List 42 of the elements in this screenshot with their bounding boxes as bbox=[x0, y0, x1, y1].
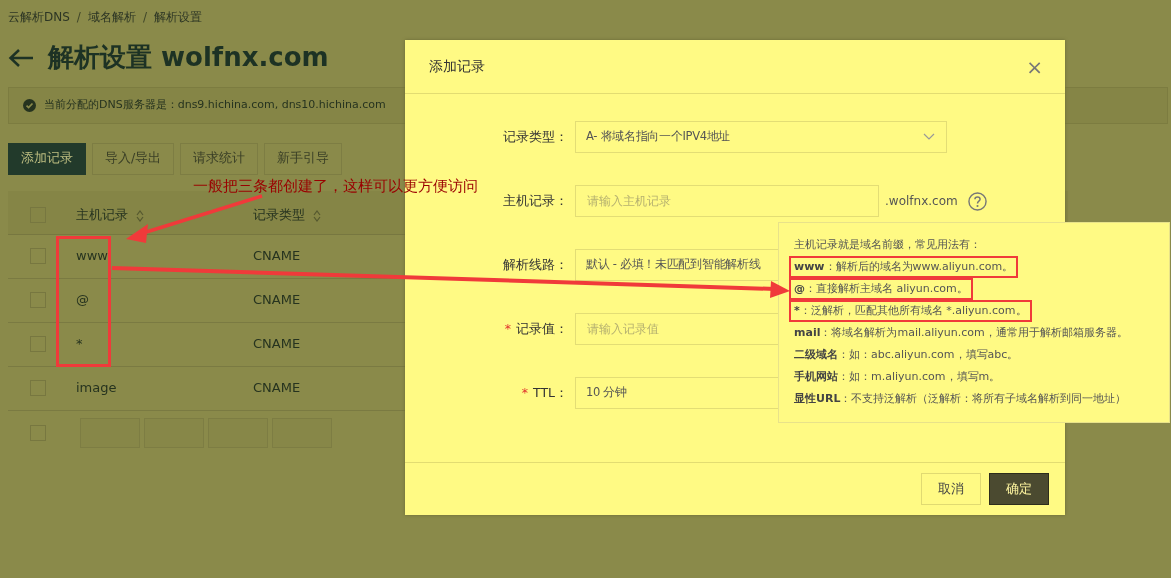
table-cell-text: CNAME bbox=[253, 379, 302, 398]
tooltip-text: @：直接解析主域名 aliyun.com。 bbox=[791, 280, 971, 298]
field-label: * TTL： bbox=[520, 383, 569, 402]
input-field[interactable]: 请输入主机记录 bbox=[575, 185, 879, 217]
toolbar-button[interactable]: 导入/导出 bbox=[92, 142, 175, 175]
table-cell-text: CNAME bbox=[253, 247, 302, 266]
domain-suffix: .wolfnx.com bbox=[885, 193, 958, 210]
select-field[interactable]: A- 将域名指向一个IPV4地址 bbox=[575, 121, 947, 153]
field-label: 主机记录： bbox=[502, 191, 569, 210]
close-button[interactable]: × bbox=[1026, 56, 1043, 77]
toolbar-button[interactable]: 添加记录 bbox=[8, 142, 86, 175]
breadcrumb-link[interactable]: 域名解析 bbox=[87, 8, 136, 26]
sort-icon[interactable] bbox=[313, 209, 321, 222]
chevron-down-icon bbox=[923, 133, 935, 141]
sort-icon[interactable] bbox=[136, 209, 144, 222]
breadcrumb-separator: / bbox=[76, 9, 81, 26]
breadcrumb-separator: / bbox=[142, 9, 147, 26]
field-label: 解析线路： bbox=[502, 255, 569, 274]
toolbar-button[interactable]: 请求统计 bbox=[180, 142, 259, 175]
tooltip-text: 二级域名：如：abc.aliyun.com，填写abc。 bbox=[793, 347, 1020, 363]
column-header[interactable]: 主机记录 bbox=[76, 207, 128, 223]
confirm-button[interactable]: 确定 bbox=[989, 473, 1049, 505]
column-header[interactable]: 记录类型 bbox=[253, 207, 305, 223]
table-cell-text: * bbox=[76, 335, 84, 354]
field-label: 记录类型： bbox=[502, 127, 569, 146]
page-title: 解析设置 wolfnx.com bbox=[48, 42, 329, 74]
table-cell-text: image bbox=[76, 379, 118, 398]
cancel-button[interactable]: 取消 bbox=[921, 473, 981, 505]
dialog-title: 添加记录 bbox=[429, 57, 485, 76]
annotation-text: 一般把三条都创建了，这样可以更方便访问 bbox=[193, 178, 478, 194]
help-icon[interactable] bbox=[967, 191, 987, 211]
table-cell-text: CNAME bbox=[253, 335, 302, 354]
table-cell-text: @ bbox=[76, 291, 90, 310]
table-cell-text: CNAME bbox=[253, 291, 302, 310]
breadcrumb-link[interactable]: 云解析DNS bbox=[8, 8, 70, 26]
back-arrow-icon[interactable] bbox=[8, 47, 34, 68]
table-cell-text: www bbox=[76, 247, 109, 266]
field-label: * 记录值： bbox=[503, 319, 569, 338]
notice-text: 当前分配的DNS服务器是：dns9.hichina.com, dns10.hichina.com bbox=[44, 97, 386, 114]
check-circle-icon bbox=[23, 98, 36, 112]
breadcrumb-link[interactable]: 解析设置 bbox=[153, 8, 202, 26]
toolbar-button[interactable]: 新手引导 bbox=[264, 142, 343, 175]
